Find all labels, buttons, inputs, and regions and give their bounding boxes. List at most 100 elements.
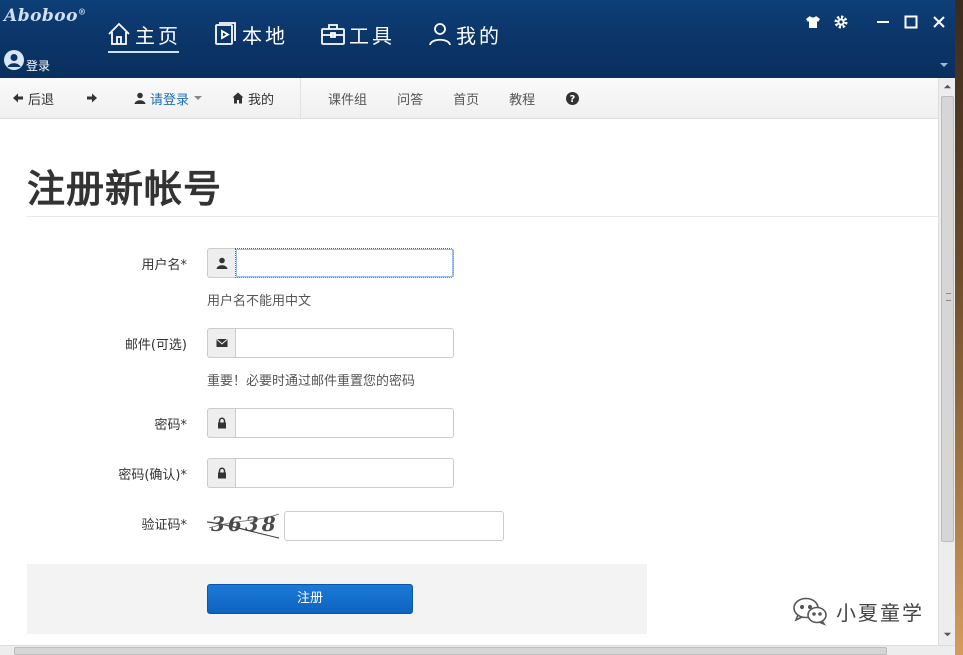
form-actions: 注册 — [27, 564, 647, 634]
email-input[interactable] — [235, 328, 454, 358]
email-addon — [207, 328, 235, 358]
link-homepage[interactable]: 首页 — [438, 89, 494, 108]
vertical-scroll-thumb[interactable] — [941, 96, 954, 542]
password-input[interactable] — [235, 408, 454, 438]
captcha-label: 验证码* — [141, 517, 187, 533]
login-dropdown[interactable]: 请登录 — [122, 78, 214, 118]
svg-text:?: ? — [570, 94, 576, 105]
email-row: 邮件(可选) — [0, 328, 460, 358]
password-field — [207, 408, 454, 438]
scroll-grip — [946, 293, 951, 301]
app-logo: Aboboo® — [4, 6, 86, 26]
lock-icon — [217, 467, 226, 479]
password-row: 密码* — [0, 408, 460, 438]
envelope-icon — [215, 339, 228, 347]
user-icon — [134, 92, 146, 104]
captcha-text: 3638 — [211, 512, 279, 536]
app-logo-text: Aboboo — [4, 6, 78, 26]
minimize-icon — [877, 21, 889, 23]
password-confirm-label: 密码(确认)* — [118, 467, 187, 483]
media-file-icon — [215, 22, 236, 45]
password-addon — [207, 408, 235, 438]
chevron-down-icon[interactable] — [939, 60, 949, 70]
help-button[interactable]: ? — [550, 78, 595, 118]
watermark: 小夏童学 — [792, 596, 924, 626]
horizontal-scrollbar[interactable] — [0, 645, 955, 655]
shirt-skin-icon — [806, 16, 820, 28]
username-input[interactable] — [235, 248, 454, 278]
scroll-down-button[interactable] — [939, 626, 956, 643]
back-label: 后退 — [28, 92, 55, 108]
username-label: 用户名* — [141, 257, 187, 273]
minimize-button[interactable] — [873, 12, 893, 32]
password-confirm-field — [207, 458, 454, 488]
tab-home-label: 主页 — [135, 23, 181, 48]
tab-tools-label: 工具 — [349, 23, 395, 48]
tab-local[interactable]: 本地 — [213, 18, 288, 50]
home-icon — [108, 22, 130, 45]
close-icon — [933, 16, 945, 28]
chevron-down-icon — [943, 632, 952, 637]
mine-label: 我的 — [248, 92, 275, 108]
avatar-icon — [4, 50, 24, 70]
username-addon — [207, 248, 235, 278]
email-label: 邮件(可选) — [124, 337, 187, 353]
login-dropdown-label: 请登录 — [150, 92, 190, 108]
password-confirm-addon — [207, 458, 235, 488]
captcha-image[interactable]: 3638 — [207, 510, 281, 540]
back-button[interactable]: 后退 — [0, 78, 66, 118]
arrow-left-icon — [13, 93, 23, 103]
mine-button[interactable]: 我的 — [214, 78, 286, 118]
home-icon — [232, 92, 244, 104]
window-controls — [795, 12, 949, 32]
title-divider — [27, 216, 938, 217]
email-field — [207, 328, 454, 358]
forward-button[interactable] — [66, 78, 122, 118]
user-icon — [429, 23, 451, 46]
password-confirm-input[interactable] — [235, 458, 454, 488]
gear-icon — [834, 15, 848, 29]
username-field — [207, 248, 454, 278]
vertical-scrollbar[interactable] — [938, 78, 955, 645]
arrow-right-icon — [87, 93, 98, 103]
tab-mine-label: 我的 — [456, 23, 502, 48]
tab-tools[interactable]: 工具 — [320, 18, 395, 50]
user-login[interactable]: 登录 — [4, 50, 50, 73]
title-bar: Aboboo® 主页 本地 工具 我的 登录 — [0, 0, 963, 78]
page-content: 注册新帐号 用户名* 用户名不能用中文 邮件(可选) 重要！必要时通过邮件重置您… — [0, 120, 938, 645]
register-button[interactable]: 注册 — [207, 584, 413, 614]
desktop-wallpaper-strip — [955, 0, 963, 655]
tab-mine[interactable]: 我的 — [427, 18, 502, 50]
maximize-button[interactable] — [901, 12, 921, 32]
username-row: 用户名* — [0, 248, 460, 278]
password-confirm-row: 密码(确认)* — [0, 458, 460, 488]
page-title: 注册新帐号 — [27, 167, 223, 211]
captcha-input[interactable] — [284, 511, 504, 541]
link-qa[interactable]: 问答 — [382, 89, 438, 108]
browser-toolbar: 后退 请登录 我的 课件组 问答 首页 教程 ? — [0, 78, 938, 119]
main-nav: 主页 本地 工具 我的 — [106, 18, 534, 53]
horizontal-scroll-thumb[interactable] — [14, 647, 887, 655]
username-help: 用户名不能用中文 — [207, 294, 312, 309]
user-icon — [216, 257, 227, 269]
settings-button[interactable] — [831, 12, 851, 32]
login-label: 登录 — [26, 59, 51, 73]
password-label: 密码* — [154, 417, 187, 433]
caret-down-icon — [194, 96, 203, 100]
email-help: 重要！必要时通过邮件重置您的密码 — [207, 374, 416, 389]
question-circle-icon: ? — [566, 91, 580, 105]
close-button[interactable] — [929, 12, 949, 32]
link-courseware-group[interactable]: 课件组 — [313, 89, 382, 108]
maximize-icon — [904, 15, 918, 29]
chevron-up-icon — [943, 84, 952, 89]
lock-icon — [217, 417, 226, 429]
scroll-up-button[interactable] — [939, 78, 956, 95]
watermark-text: 小夏童学 — [836, 600, 924, 625]
tab-home[interactable]: 主页 — [106, 18, 181, 53]
skin-button[interactable] — [803, 12, 823, 32]
toolbox-icon — [321, 24, 345, 45]
registered-mark: ® — [77, 6, 87, 17]
toolbar-divider — [300, 78, 302, 118]
link-tutorial[interactable]: 教程 — [494, 89, 550, 108]
wechat-icon — [793, 597, 827, 626]
